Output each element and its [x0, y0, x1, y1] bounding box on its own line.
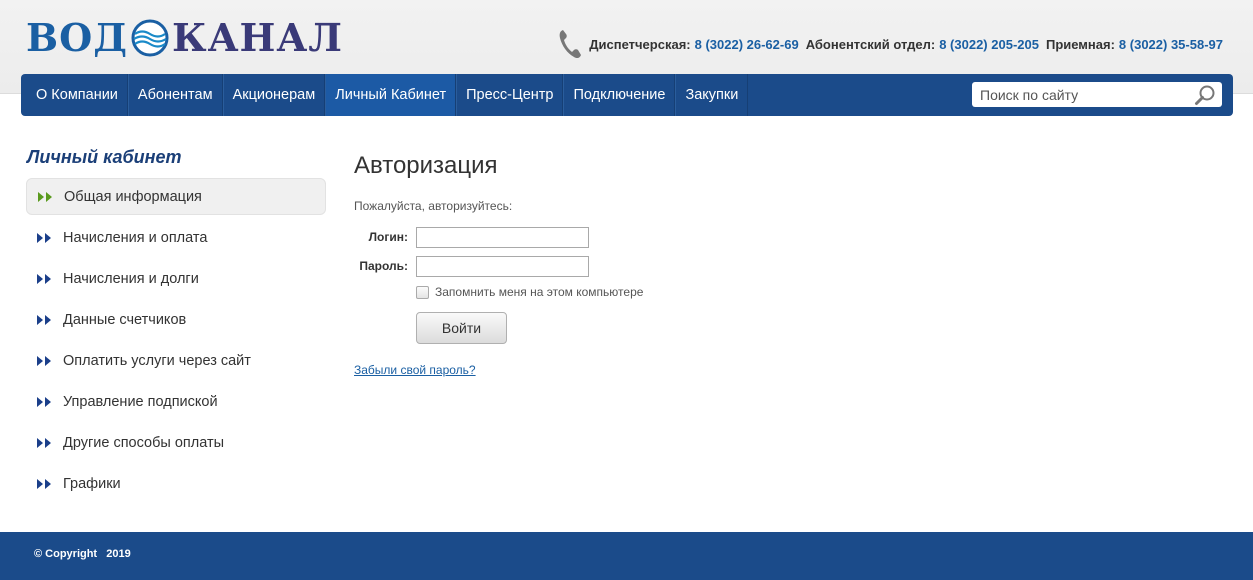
nav-item-personal-account[interactable]: Личный Кабинет [325, 74, 457, 116]
phone-list: Диспетчерская: 8 (3022) 26-62-69 Абонент… [557, 28, 1223, 60]
site-logo[interactable]: ВОД КАНАЛ [26, 17, 343, 59]
phone-number-reception[interactable]: 8 (3022) 35-58-97 [1119, 37, 1223, 52]
double-arrow-icon [38, 191, 52, 202]
double-arrow-icon [37, 396, 51, 407]
double-arrow-icon [37, 314, 51, 325]
remember-label: Запомнить меня на этом компьютере [435, 285, 644, 299]
main-nav: О Компании Абонентам Акционерам Личный К… [21, 74, 1233, 116]
remember-checkbox[interactable] [416, 285, 429, 299]
copyright-text: © Copyright 2019 [34, 548, 131, 560]
logo-wave-icon [131, 19, 169, 57]
nav-item-shareholders[interactable]: Акционерам [222, 74, 326, 116]
login-label: Логин: [368, 230, 408, 244]
search-icon[interactable] [1194, 84, 1216, 106]
sidebar-item-pay-online[interactable]: Оплатить услуги через сайт [26, 342, 326, 379]
double-arrow-icon [37, 437, 51, 448]
double-arrow-icon [37, 273, 51, 284]
phone-label-reception: Приемная: [1045, 36, 1115, 52]
nav-item-subscribers[interactable]: Абонентам [127, 74, 223, 116]
auth-hint: Пожалуйста, авторизуйтесь: [354, 199, 513, 213]
phone-number-subscriber[interactable]: 8 (3022) 205-205 [939, 37, 1039, 52]
sidebar-item-charges-debts[interactable]: Начисления и долги [26, 260, 326, 297]
sidebar-menu: Общая информация Начисления и оплата Нач… [26, 178, 326, 506]
sidebar-item-other-payment[interactable]: Другие способы оплаты [26, 424, 326, 461]
phone-number-dispatch[interactable]: 8 (3022) 26-62-69 [695, 37, 799, 52]
nav-item-connection[interactable]: Подключение [563, 74, 676, 116]
sidebar-item-label: Другие способы оплаты [63, 434, 225, 451]
phone-label-subscriber: Абонентский отдел: [805, 36, 936, 52]
logo-text-right: КАНАЛ [172, 15, 343, 60]
phone-icon [559, 30, 582, 59]
sidebar-item-general-info[interactable]: Общая информация [26, 178, 326, 215]
sidebar-item-charges-payment[interactable]: Начисления и оплата [26, 219, 326, 256]
sidebar-item-label: Начисления и долги [63, 270, 199, 287]
forgot-password-link[interactable]: Забыли свой пароль? [354, 363, 476, 377]
phone-label-dispatch: Диспетчерская: [589, 36, 691, 52]
double-arrow-icon [37, 232, 51, 243]
sidebar-item-schedules[interactable]: Графики [26, 465, 326, 502]
password-field[interactable] [416, 256, 589, 277]
sidebar-item-label: Общая информация [64, 188, 202, 205]
sidebar-item-label: Оплатить услуги через сайт [63, 352, 251, 369]
sidebar-item-meter-data[interactable]: Данные счетчиков [26, 301, 326, 338]
site-footer: © Copyright 2019 [0, 532, 1253, 580]
search-box [972, 82, 1222, 107]
double-arrow-icon [37, 355, 51, 366]
nav-item-procurement[interactable]: Закупки [675, 74, 749, 116]
sidebar-item-label: Графики [63, 475, 121, 492]
double-arrow-icon [37, 478, 51, 489]
sidebar-title: Личный кабинет [27, 147, 182, 167]
nav-item-press-center[interactable]: Пресс-Центр [456, 74, 564, 116]
sidebar-item-label: Данные счетчиков [63, 311, 187, 328]
remember-me[interactable]: Запомнить меня на этом компьютере [416, 285, 643, 299]
nav-item-company[interactable]: О Компании [27, 74, 128, 116]
login-button[interactable]: Войти [416, 312, 507, 344]
password-label: Пароль: [359, 259, 408, 273]
logo-text-left: ВОД [26, 15, 129, 60]
login-field[interactable] [416, 227, 589, 248]
sidebar-item-subscription[interactable]: Управление подпиской [26, 383, 326, 420]
search-input[interactable] [972, 82, 1187, 107]
sidebar-item-label: Управление подпиской [63, 393, 218, 410]
sidebar-item-label: Начисления и оплата [63, 229, 208, 246]
page-title: Авторизация [354, 152, 498, 179]
